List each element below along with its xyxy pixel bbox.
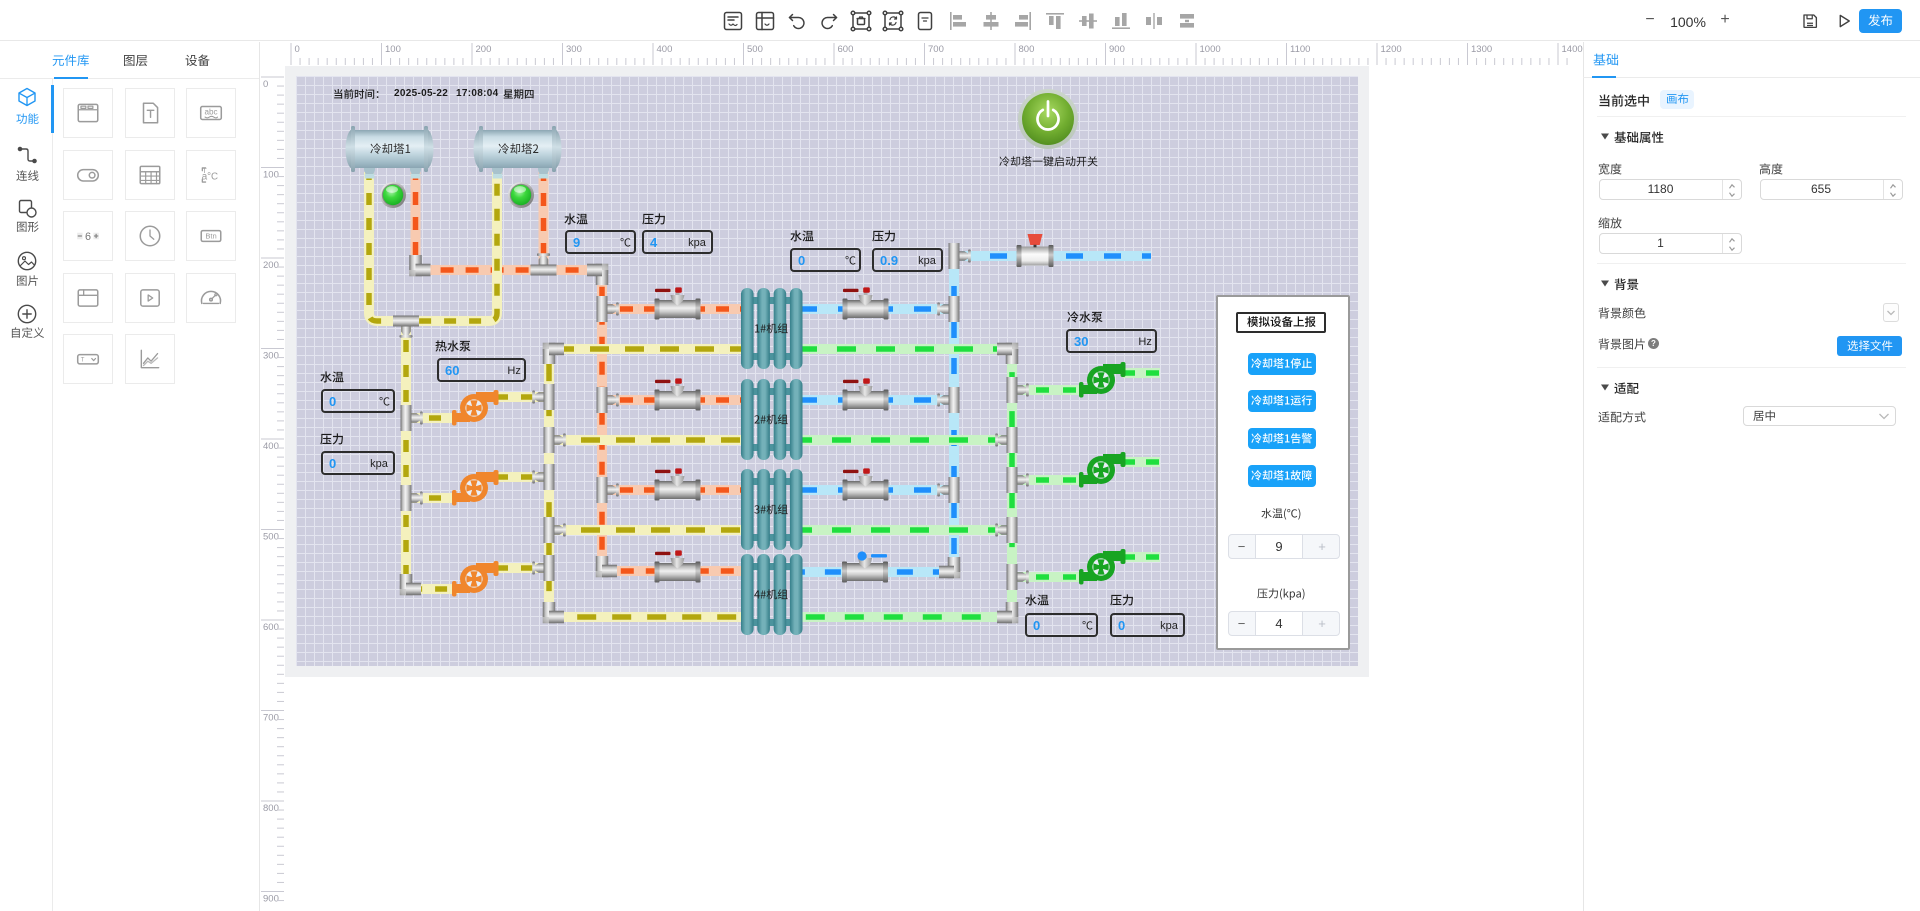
svg-text:1300: 1300: [1471, 44, 1492, 55]
svg-text:600: 600: [838, 44, 854, 55]
svg-text:T: T: [81, 357, 85, 363]
svg-text:800: 800: [1019, 44, 1035, 55]
svg-text:800: 800: [263, 803, 279, 814]
svg-text:1000: 1000: [1200, 44, 1221, 55]
svg-text:900: 900: [263, 894, 279, 905]
svg-text:600: 600: [263, 622, 279, 633]
svg-text:0: 0: [263, 79, 268, 90]
svg-text:0: 0: [295, 44, 300, 55]
svg-text:700: 700: [928, 44, 944, 55]
svg-text:200: 200: [263, 260, 279, 271]
svg-text:700: 700: [263, 713, 279, 724]
svg-text:500: 500: [263, 532, 279, 543]
svg-text:1200: 1200: [1381, 44, 1402, 55]
svg-text:500: 500: [747, 44, 763, 55]
svg-text:200: 200: [476, 44, 492, 55]
svg-text:abc: abc: [204, 108, 217, 117]
svg-text:1100: 1100: [1290, 44, 1310, 55]
svg-text:100: 100: [385, 44, 401, 55]
svg-text:T: T: [202, 167, 207, 174]
svg-text:1400: 1400: [1562, 44, 1583, 55]
svg-text:6: 6: [85, 231, 91, 243]
svg-text:400: 400: [263, 441, 279, 452]
svg-text:100: 100: [263, 170, 279, 181]
svg-text:400: 400: [657, 44, 673, 55]
svg-text:900: 900: [1109, 44, 1125, 55]
svg-text:Btn: Btn: [205, 232, 216, 241]
svg-text:300: 300: [263, 351, 279, 362]
svg-text:300: 300: [566, 44, 582, 55]
